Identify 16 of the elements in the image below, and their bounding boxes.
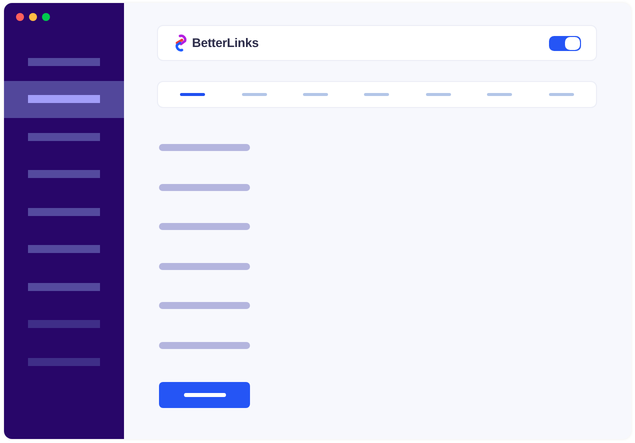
menu-label-placeholder — [28, 320, 100, 328]
menu-label-placeholder — [28, 95, 100, 104]
tab-placeholder[interactable] — [180, 93, 206, 96]
button-label-placeholder — [184, 392, 226, 396]
logo-text: BetterLinks — [192, 34, 259, 52]
menu-label-placeholder — [28, 245, 100, 254]
menu-label-placeholder — [28, 58, 100, 66]
sidebar-item[interactable] — [4, 80, 124, 118]
menu-label-placeholder — [28, 208, 100, 216]
toggle-switch[interactable] — [549, 36, 581, 50]
menu-label-placeholder — [28, 282, 100, 291]
menu-label-placeholder — [28, 358, 100, 366]
menu-label-placeholder — [28, 132, 100, 141]
submit-button[interactable] — [159, 382, 250, 408]
menu-label-placeholder — [28, 170, 100, 178]
chain-link-icon — [173, 34, 188, 52]
